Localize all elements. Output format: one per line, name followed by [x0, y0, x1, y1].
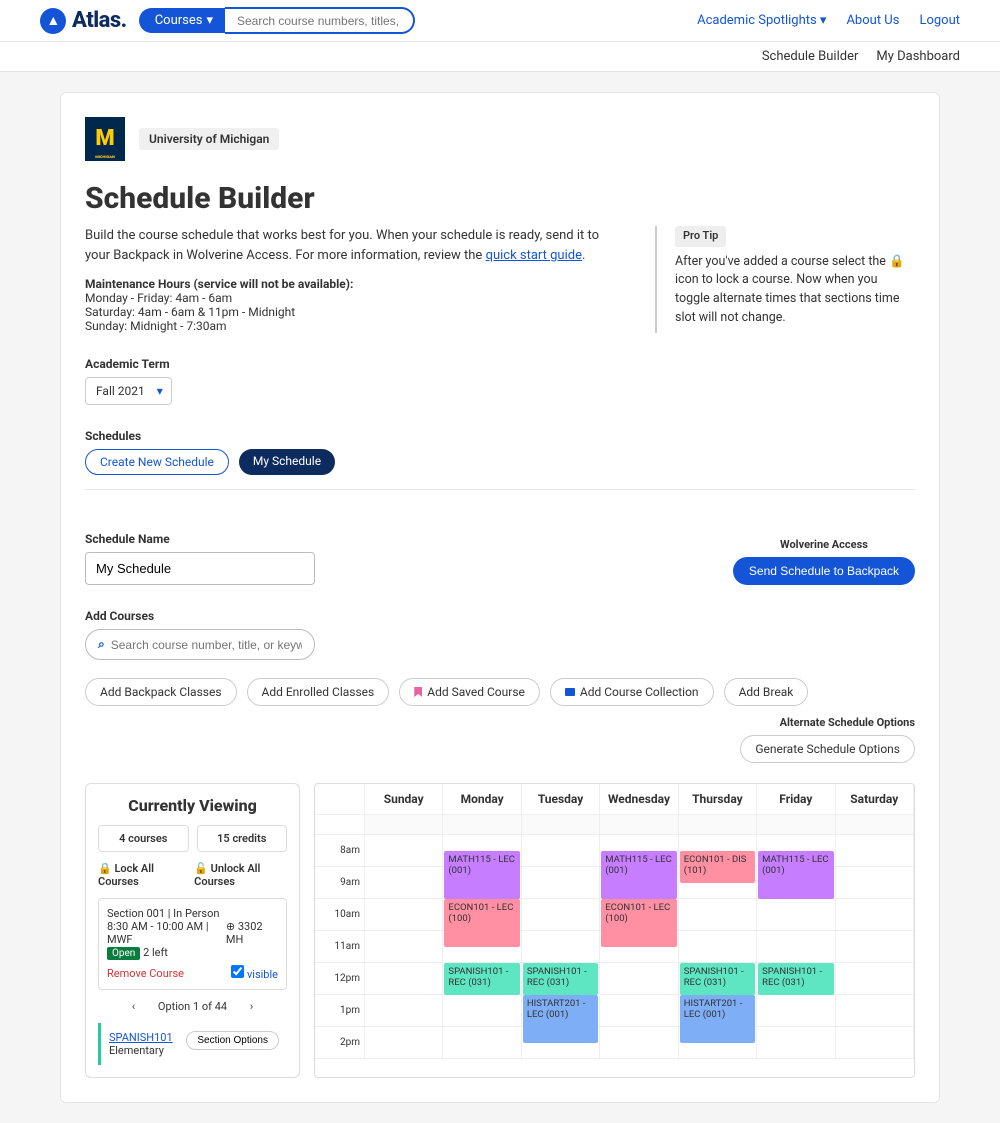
- course-search-wrapper[interactable]: ⌕: [85, 629, 315, 660]
- col-saturday: [836, 815, 914, 1059]
- col-friday: MATH115 - LEC (001) SPANISH101 - REC (03…: [757, 815, 835, 1059]
- schedule-builder-nav[interactable]: Schedule Builder: [762, 49, 859, 64]
- visible-checkbox[interactable]: [231, 965, 244, 978]
- search-bar: Courses ▾: [139, 7, 415, 34]
- schedule-calendar: Sunday Monday Tuesday Wednesday Thursday…: [314, 783, 915, 1078]
- spanish-course-link[interactable]: SPANISH101: [109, 1031, 173, 1044]
- generate-schedule-button[interactable]: Generate Schedule Options: [740, 735, 915, 763]
- sidebar-title: Currently Viewing: [98, 796, 287, 815]
- folder-icon: [565, 688, 575, 696]
- academic-spotlights-link[interactable]: Academic Spotlights ▾: [697, 13, 826, 28]
- event-spanish101[interactable]: SPANISH101 - REC (031): [523, 963, 598, 995]
- col-tuesday: SPANISH101 - REC (031) HISTART201 - LEC …: [522, 815, 600, 1059]
- col-monday: MATH115 - LEC (001) ECON101 - LEC (100) …: [443, 815, 521, 1059]
- courses-count: 4 courses: [98, 825, 189, 852]
- topbar: ▲ Atlas. Courses ▾ Academic Spotlights ▾…: [0, 0, 1000, 42]
- subnav: Schedule Builder My Dashboard: [0, 42, 1000, 72]
- top-nav-links: Academic Spotlights ▾ About Us Logout: [697, 13, 960, 28]
- bookmark-icon: [414, 687, 422, 697]
- section-card: Section 001 | In Person 8:30 AM - 10:00 …: [98, 898, 287, 990]
- wolverine-access-label: Wolverine Access: [733, 538, 915, 551]
- add-enrolled-button[interactable]: Add Enrolled Classes: [247, 678, 390, 706]
- logout-link[interactable]: Logout: [919, 13, 960, 28]
- academic-term-select[interactable]: Fall 2021: [85, 377, 172, 405]
- day-wednesday: Wednesday: [600, 784, 678, 815]
- event-math115[interactable]: MATH115 - LEC (001): [444, 851, 519, 899]
- day-tuesday: Tuesday: [522, 784, 600, 815]
- event-econ101-lec[interactable]: ECON101 - LEC (100): [444, 899, 519, 947]
- logo[interactable]: ▲ Atlas.: [40, 8, 127, 34]
- event-econ101-lec[interactable]: ECON101 - LEC (100): [601, 899, 676, 947]
- day-sunday: Sunday: [365, 784, 443, 815]
- send-schedule-button[interactable]: Send Schedule to Backpack: [733, 557, 915, 585]
- col-sunday: [365, 815, 443, 1059]
- courses-dropdown[interactable]: Courses ▾: [139, 8, 225, 33]
- currently-viewing-sidebar: Currently Viewing 4 courses 15 credits 🔒…: [85, 783, 300, 1078]
- lock-all-button[interactable]: 🔒 Lock All Courses: [98, 862, 182, 888]
- event-spanish101[interactable]: SPANISH101 - REC (031): [758, 963, 833, 995]
- university-badge-icon: MMICHIGAN: [85, 117, 125, 161]
- alt-options-label: Alternate Schedule Options: [740, 716, 915, 729]
- chevron-down-icon: ▾: [206, 13, 213, 28]
- my-schedule-tab[interactable]: My Schedule: [239, 449, 335, 475]
- open-badge: Open: [107, 947, 140, 960]
- credits-count: 15 credits: [197, 825, 288, 852]
- search-icon: ⌕: [98, 637, 105, 652]
- page-title: Schedule Builder: [85, 181, 915, 216]
- section-options-button[interactable]: Section Options: [186, 1031, 279, 1050]
- create-new-schedule-button[interactable]: Create New Schedule: [85, 449, 229, 475]
- add-saved-course-button[interactable]: Add Saved Course: [399, 678, 540, 706]
- about-us-link[interactable]: About Us: [846, 13, 899, 28]
- my-dashboard-nav[interactable]: My Dashboard: [876, 49, 960, 64]
- col-thursday: ECON101 - DIS (101) SPANISH101 - REC (03…: [679, 815, 757, 1059]
- day-friday: Friday: [757, 784, 835, 815]
- pager-next[interactable]: ›: [240, 1000, 263, 1013]
- schedules-label: Schedules: [85, 429, 915, 443]
- remove-course-link[interactable]: Remove Course: [107, 967, 184, 980]
- global-search-input[interactable]: [225, 7, 415, 34]
- event-spanish101[interactable]: SPANISH101 - REC (031): [444, 963, 519, 995]
- day-thursday: Thursday: [679, 784, 757, 815]
- logo-mark-icon: ▲: [40, 8, 66, 34]
- option-pager: ‹ Option 1 of 44 ›: [98, 1000, 287, 1013]
- add-backpack-button[interactable]: Add Backpack Classes: [85, 678, 237, 706]
- pro-tip-box: Pro Tip After you've added a course sele…: [655, 226, 915, 333]
- day-monday: Monday: [443, 784, 521, 815]
- term-label: Academic Term: [85, 357, 915, 371]
- calendar-header: Sunday Monday Tuesday Wednesday Thursday…: [315, 784, 914, 815]
- add-course-collection-button[interactable]: Add Course Collection: [550, 678, 714, 706]
- brand-text: Atlas.: [72, 8, 127, 33]
- unlock-all-button[interactable]: 🔓 Unlock All Courses: [194, 862, 287, 888]
- pager-prev[interactable]: ‹: [122, 1000, 145, 1013]
- spanish-course-card: Section Options SPANISH101 Elementary: [98, 1023, 287, 1065]
- day-saturday: Saturday: [836, 784, 914, 815]
- schedule-name-label: Schedule Name: [85, 532, 315, 546]
- visible-checkbox-label[interactable]: visible: [231, 965, 278, 981]
- event-math115[interactable]: MATH115 - LEC (001): [758, 851, 833, 899]
- event-histart201[interactable]: HISTART201 - LEC (001): [523, 995, 598, 1043]
- event-econ101-dis[interactable]: ECON101 - DIS (101): [680, 851, 755, 883]
- quick-start-guide-link[interactable]: quick start guide: [486, 248, 582, 263]
- add-break-button[interactable]: Add Break: [724, 678, 809, 706]
- schedule-name-input[interactable]: [85, 552, 315, 585]
- col-wednesday: MATH115 - LEC (001) ECON101 - LEC (100): [600, 815, 678, 1059]
- event-histart201[interactable]: HISTART201 - LEC (001): [680, 995, 755, 1043]
- course-search-input[interactable]: [111, 638, 302, 652]
- main-content: MMICHIGAN University of Michigan Schedul…: [60, 92, 940, 1103]
- university-name: University of Michigan: [139, 128, 279, 150]
- event-math115[interactable]: MATH115 - LEC (001): [601, 851, 676, 899]
- event-spanish101[interactable]: SPANISH101 - REC (031): [680, 963, 755, 995]
- description-block: Build the course schedule that works bes…: [85, 226, 625, 333]
- add-courses-label: Add Courses: [85, 609, 915, 623]
